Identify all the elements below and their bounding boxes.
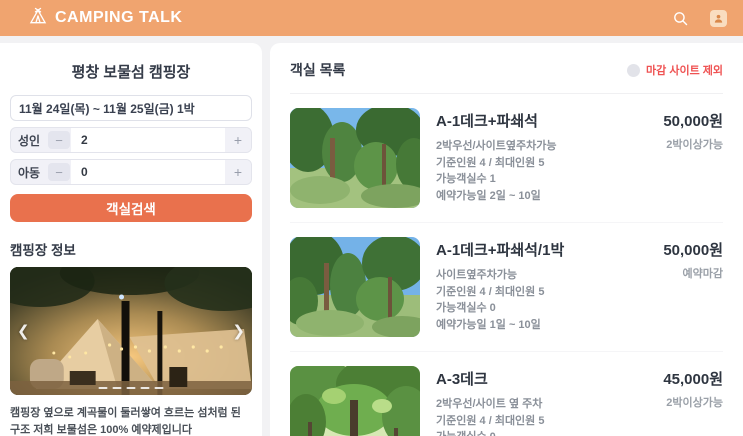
carousel-dot[interactable]	[154, 387, 164, 389]
room-tags: 2박우선/사이트옆주차가능	[436, 140, 557, 152]
camp-photo-carousel[interactable]: ❮ ❯	[10, 267, 252, 395]
room-list-item[interactable]: A-1데크+파쇄석/1박 사이트옆주차가능 기준인원 4 / 최대인원 5 가능…	[290, 223, 723, 352]
room-tags: 2박우선/사이트 옆 주차	[436, 398, 543, 410]
room-availability-count: 가능객실수 0	[436, 429, 613, 436]
room-status: 2박이상가능	[666, 397, 723, 409]
camp-description: 캠핑장 옆으로 계곡물이 둘러쌓여 흐르는 섬처럼 된 구조 저희 보물섬은 1…	[10, 407, 241, 436]
filter-label: 마감 사이트 제외	[646, 65, 723, 77]
pine-forest-photo	[290, 237, 420, 337]
child-plus-button[interactable]: +	[225, 160, 251, 184]
page: CAMPING TALK 평창 보물섬 캠핑장 11월 24일(목) ~ 11월…	[0, 0, 743, 436]
logo[interactable]: CAMPING TALK	[28, 6, 182, 31]
carousel-dot[interactable]	[126, 387, 136, 389]
carousel-dot[interactable]	[140, 387, 150, 389]
pine-forest-photo	[290, 108, 420, 208]
night-camp-photo	[10, 267, 252, 395]
room-name[interactable]: A-3데크	[436, 368, 613, 389]
adult-minus-button[interactable]: −	[48, 131, 70, 149]
room-list-panel: 객실 목록 마감 사이트 제외 A-1데크+파쇄석 2박우선/사이트옆주차가능 …	[270, 43, 743, 436]
carousel-dot[interactable]	[98, 387, 108, 389]
room-tags: 사이트옆주차가능	[436, 269, 517, 281]
room-availability-count: 가능객실수 1	[436, 173, 496, 185]
header-actions	[669, 7, 729, 29]
child-minus-button[interactable]: −	[48, 163, 70, 181]
room-list-item[interactable]: A-3데크 2박우선/사이트 옆 주차 기준인원 4 / 최대인원 5 가능객실…	[290, 352, 723, 436]
room-available-days: 예약가능일 2일 ~ 10일	[436, 189, 541, 202]
room-list-item[interactable]: A-1데크+파쇄석 2박우선/사이트옆주차가능 기준인원 4 / 최대인원 5 …	[290, 94, 723, 223]
room-price-column: 45,000원 2박이상가능	[613, 366, 723, 410]
booking-sidebar: 평창 보물섬 캠핑장 11월 24일(목) ~ 11월 25일(금) 1박 성인…	[0, 43, 262, 436]
adult-plus-button[interactable]: +	[225, 128, 251, 152]
room-name[interactable]: A-1데크+파쇄석	[436, 110, 613, 131]
room-availability-count: 가능객실수 0	[436, 302, 496, 314]
adult-label: 성인	[17, 133, 41, 148]
campground-title: 평창 보물섬 캠핑장	[71, 64, 191, 81]
carousel-dots	[98, 387, 164, 389]
room-price: 45,000원	[663, 371, 723, 388]
carousel-dot[interactable]	[112, 387, 122, 389]
room-price: 50,000원	[663, 113, 723, 130]
adult-stepper: 성인 − 2 +	[10, 127, 252, 153]
room-search-button[interactable]: 객실검색	[10, 194, 252, 222]
room-details: A-1데크+파쇄석 2박우선/사이트옆주차가능 기준인원 4 / 최대인원 5 …	[436, 108, 613, 204]
camp-info-heading: 캠핑장 정보	[10, 243, 76, 258]
date-range-field[interactable]: 11월 24일(목) ~ 11월 25일(금) 1박	[10, 95, 252, 121]
room-price-column: 50,000원 예약마감	[613, 237, 723, 281]
user-profile-button[interactable]	[707, 7, 729, 29]
room-price: 50,000원	[663, 242, 723, 259]
room-status: 2박이상가능	[666, 139, 723, 151]
room-capacity: 기준인원 4 / 최대인원 5	[436, 156, 545, 169]
child-count-value: 0	[71, 160, 225, 184]
carousel-next-button[interactable]: ❯	[232, 322, 245, 340]
room-photo[interactable]	[290, 108, 420, 208]
top-header-bar: CAMPING TALK	[0, 0, 743, 36]
room-available-days: 예약가능일 1일 ~ 10일	[436, 318, 541, 331]
tent-icon	[28, 6, 48, 31]
room-status: 예약마감	[682, 268, 723, 280]
room-photo[interactable]	[290, 237, 420, 337]
adult-count-value: 2	[71, 128, 225, 152]
user-icon	[709, 9, 727, 27]
room-capacity: 기준인원 4 / 최대인원 5	[436, 285, 545, 298]
room-capacity: 기준인원 4 / 최대인원 5	[436, 414, 545, 427]
child-label: 아동	[17, 165, 41, 180]
room-details: A-3데크 2박우선/사이트 옆 주차 기준인원 4 / 최대인원 5 가능객실…	[436, 366, 613, 436]
exclude-closed-filter[interactable]: 마감 사이트 제외	[627, 62, 723, 78]
child-stepper: 아동 − 0 +	[10, 159, 252, 185]
room-price-column: 50,000원 2박이상가능	[613, 108, 723, 152]
room-list-title: 객실 목록	[290, 62, 346, 78]
content-area: 평창 보물섬 캠핑장 11월 24일(목) ~ 11월 25일(금) 1박 성인…	[0, 36, 743, 436]
carousel-prev-button[interactable]: ❮	[17, 322, 30, 340]
leafy-forest-photo	[290, 366, 420, 436]
search-icon[interactable]	[669, 7, 691, 29]
logo-text: CAMPING TALK	[55, 9, 183, 26]
room-list-header: 객실 목록 마감 사이트 제외	[290, 43, 723, 94]
room-name[interactable]: A-1데크+파쇄석/1박	[436, 239, 613, 260]
filter-toggle-icon	[627, 63, 641, 77]
room-details: A-1데크+파쇄석/1박 사이트옆주차가능 기준인원 4 / 최대인원 5 가능…	[436, 237, 613, 333]
room-photo[interactable]	[290, 366, 420, 436]
